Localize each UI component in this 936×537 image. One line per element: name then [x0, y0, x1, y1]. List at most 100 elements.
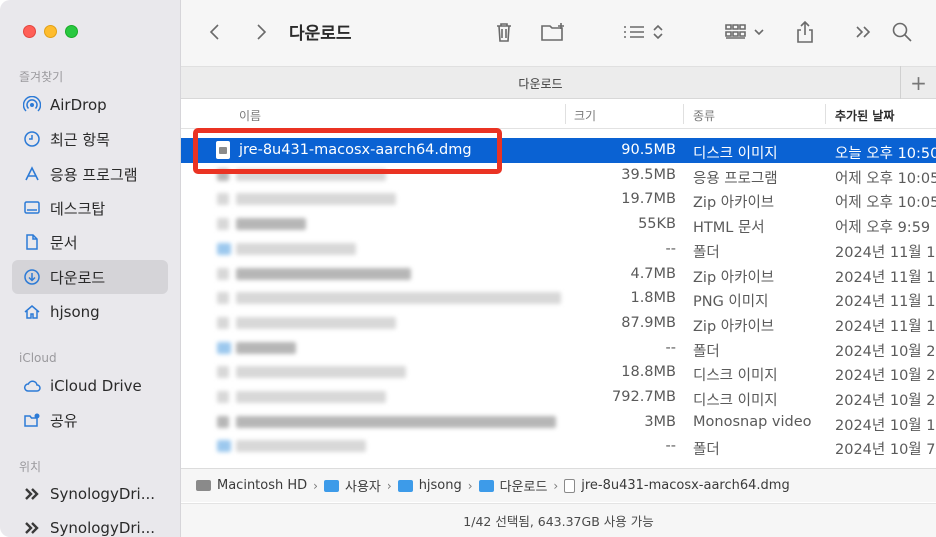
sidebar-item-synology-2[interactable]: SynologyDri... — [12, 511, 168, 537]
dmg-file-icon — [564, 478, 576, 493]
file-kind: Zip 아카이브 — [693, 269, 775, 286]
file-size: 19.7MB — [621, 191, 676, 208]
hard-drive-icon — [196, 480, 211, 491]
sidebar-item-label: 문서 — [50, 233, 78, 252]
sidebar-item-label: 최근 항목 — [50, 130, 110, 149]
close-window-button[interactable] — [23, 25, 36, 38]
window-controls — [23, 25, 78, 38]
sidebar-item-label: SynologyDri... — [50, 519, 156, 537]
column-header: 이름 크기 종류 추가된 날짜 — [181, 99, 936, 129]
file-size: 39.5MB — [621, 166, 676, 183]
file-size: 90.5MB — [621, 142, 676, 158]
sidebar-item-desktop[interactable]: 데스크탑 — [12, 191, 168, 225]
chevron-right-icon: › — [467, 478, 473, 493]
grid-group-icon — [725, 24, 764, 39]
path-segment-label: 다운로드 — [499, 480, 548, 495]
delete-button[interactable] — [491, 18, 517, 46]
file-kind: 응용 프로그램 — [693, 170, 778, 187]
sidebar-item-documents[interactable]: 문서 — [12, 225, 168, 259]
sidebar-item-downloads[interactable]: 다운로드 — [12, 260, 168, 294]
redacted-file-icon — [217, 193, 229, 206]
highlight-annotation-box — [193, 128, 502, 174]
path-segment-users[interactable]: 사용자 — [323, 476, 381, 495]
column-divider[interactable] — [825, 104, 826, 124]
more-toolbar-button[interactable] — [851, 18, 875, 46]
trash-icon — [497, 23, 511, 42]
desktop-icon — [22, 198, 42, 218]
synology-icon — [22, 518, 42, 537]
file-size: 87.9MB — [621, 314, 676, 331]
view-options-button[interactable] — [621, 18, 667, 46]
sidebar-item-applications[interactable]: 응용 프로그램 — [12, 157, 168, 191]
file-kind: 디스크 이미지 — [693, 393, 778, 409]
file-row[interactable]: -- 폴더 2024년 10월 7 — [181, 434, 936, 459]
column-header-date-added[interactable]: 추가된 날짜 — [835, 107, 894, 124]
file-date: 2024년 10월 7 — [835, 442, 936, 459]
sidebar-item-home[interactable]: hjsong — [12, 295, 168, 329]
chevron-right-icon: › — [553, 478, 559, 493]
file-size: 1.8MB — [630, 290, 676, 307]
file-list: jre-8u431-macosx-aarch64.dmg 90.5MB 디스크 … — [181, 138, 936, 468]
search-button[interactable] — [889, 18, 915, 46]
back-button[interactable] — [203, 18, 227, 46]
sidebar-item-synology-1[interactable]: SynologyDri... — [12, 477, 168, 511]
sidebar-item-airdrop[interactable]: AirDrop — [12, 88, 168, 122]
sidebar-item-label: hjsong — [50, 303, 100, 321]
path-segment-downloads[interactable]: 다운로드 — [478, 476, 548, 495]
redacted-file-name — [236, 193, 396, 206]
column-divider[interactable] — [565, 104, 566, 124]
zoom-window-button[interactable] — [65, 25, 78, 38]
column-divider[interactable] — [683, 104, 684, 124]
file-row[interactable]: 55KB HTML 문서 어제 오후 9:59 — [181, 212, 936, 237]
file-date: 2024년 10월 1 — [835, 417, 936, 434]
redacted-folder-icon — [217, 242, 231, 255]
redacted-file-icon — [217, 316, 229, 329]
path-segment-label: jre-8u431-macosx-aarch64.dmg — [581, 478, 790, 493]
new-tab-button[interactable]: + — [900, 66, 936, 99]
file-kind: 폴더 — [693, 343, 720, 360]
new-folder-button[interactable] — [539, 18, 569, 46]
path-segment-file[interactable]: jre-8u431-macosx-aarch64.dmg — [564, 478, 790, 493]
file-date: 2024년 10월 2 — [835, 368, 936, 385]
file-row[interactable]: -- 폴더 2024년 10월 2 — [181, 336, 936, 361]
file-date: 2024년 11월 16 — [835, 269, 936, 286]
file-size: 55KB — [638, 216, 676, 233]
chevron-left-icon — [209, 24, 219, 40]
column-header-size[interactable]: 크기 — [574, 107, 596, 124]
file-row[interactable]: 19.7MB Zip 아카이브 어제 오후 10:05 — [181, 187, 936, 212]
file-row[interactable]: 792.7MB 디스크 이미지 2024년 10월 2 — [181, 385, 936, 410]
file-date: 2024년 11월 16 — [835, 244, 936, 261]
sidebar-item-icloud-drive[interactable]: iCloud Drive — [12, 369, 168, 403]
tab-downloads[interactable]: 다운로드 — [181, 75, 900, 92]
file-date: 어제 오후 10:05 — [835, 170, 936, 187]
document-icon — [22, 232, 42, 252]
file-row[interactable]: 4.7MB Zip 아카이브 2024년 11월 16 — [181, 262, 936, 287]
redacted-file-name — [236, 267, 411, 280]
sidebar: 즐겨찾기 AirDrop 최근 항목 응용 프로그램 데스크탑 문서 다운로드 — [0, 0, 181, 537]
file-date: 2024년 10월 2 — [835, 393, 936, 409]
path-segment-macintosh-hd[interactable]: Macintosh HD — [196, 478, 307, 493]
sidebar-item-shared[interactable]: 공유 — [12, 403, 168, 437]
file-row[interactable]: 18.8MB 디스크 이미지 2024년 10월 2 — [181, 360, 936, 385]
file-date: 2024년 11월 16 — [835, 318, 936, 335]
file-kind: HTML 문서 — [693, 220, 765, 237]
file-size: -- — [665, 438, 676, 455]
path-segment-home[interactable]: hjsong — [397, 478, 462, 493]
file-row[interactable]: -- 폴더 2024년 11월 16 — [181, 237, 936, 262]
minimize-window-button[interactable] — [44, 25, 57, 38]
file-row[interactable]: 87.9MB Zip 아카이브 2024년 11월 16 — [181, 311, 936, 336]
path-segment-label: 사용자 — [344, 480, 381, 495]
file-row[interactable]: 3MB Monosnap video 2024년 10월 1 — [181, 410, 936, 435]
forward-button[interactable] — [249, 18, 273, 46]
chevron-right-icon: › — [386, 478, 392, 493]
column-header-kind[interactable]: 종류 — [693, 107, 715, 124]
group-by-button[interactable] — [723, 18, 769, 46]
file-row[interactable]: 1.8MB PNG 이미지 2024년 11월 16 — [181, 286, 936, 311]
redacted-file-icon — [217, 391, 229, 403]
sidebar-item-label: 데스크탑 — [50, 199, 106, 218]
column-header-name[interactable]: 이름 — [239, 107, 261, 124]
sidebar-item-label: SynologyDri... — [50, 485, 156, 503]
redacted-file-name — [236, 440, 366, 453]
share-button[interactable] — [793, 18, 817, 46]
sidebar-item-recents[interactable]: 최근 항목 — [12, 122, 168, 156]
